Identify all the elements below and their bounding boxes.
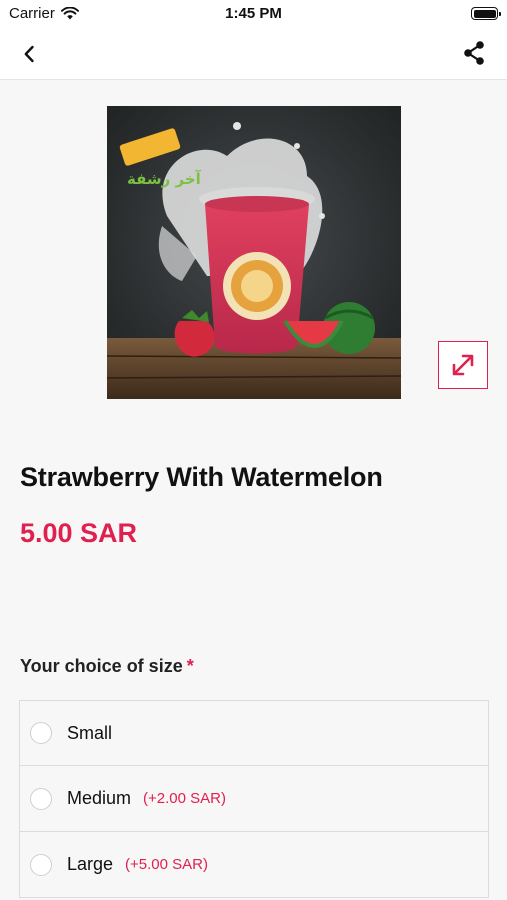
product-illustration: آخر رشفة [107, 106, 401, 399]
option-extra-price: (+2.00 SAR) [143, 790, 226, 807]
size-group-heading: Your choice of size * [20, 656, 194, 677]
size-options-list: Small Medium (+2.00 SAR) Large (+5.00 SA… [19, 700, 489, 898]
size-group-label: Your choice of size [20, 656, 183, 676]
radio-button[interactable] [30, 722, 52, 744]
chevron-left-icon [24, 45, 34, 63]
battery-icon [471, 7, 501, 20]
product-price: 5.00 SAR [20, 518, 138, 548]
radio-button[interactable] [30, 853, 52, 876]
share-icon [464, 41, 484, 65]
option-label: Medium [67, 788, 132, 808]
share-button[interactable] [459, 38, 489, 68]
expand-image-button[interactable] [438, 341, 488, 389]
size-option-small[interactable]: Small [19, 700, 489, 766]
size-option-medium[interactable]: Medium (+2.00 SAR) [19, 766, 489, 832]
option-label: Small [67, 722, 113, 743]
option-label: Large [67, 854, 114, 874]
status-bar: Carrier 1:45 PM [0, 0, 507, 28]
size-option-large[interactable]: Large (+5.00 SAR) [19, 832, 489, 898]
required-mark: * [186, 656, 194, 676]
navigation-bar [0, 28, 507, 80]
radio-button[interactable] [30, 787, 52, 810]
expand-icon [452, 354, 474, 376]
product-photo[interactable]: آخر رشفة [107, 106, 401, 399]
status-time: 1:45 PM [225, 5, 282, 22]
back-button[interactable] [14, 40, 44, 68]
product-title: Strawberry With Watermelon [20, 462, 383, 492]
svg-text:آخر رشفة: آخر رشفة [127, 170, 202, 188]
option-extra-price: (+5.00 SAR) [125, 856, 209, 873]
